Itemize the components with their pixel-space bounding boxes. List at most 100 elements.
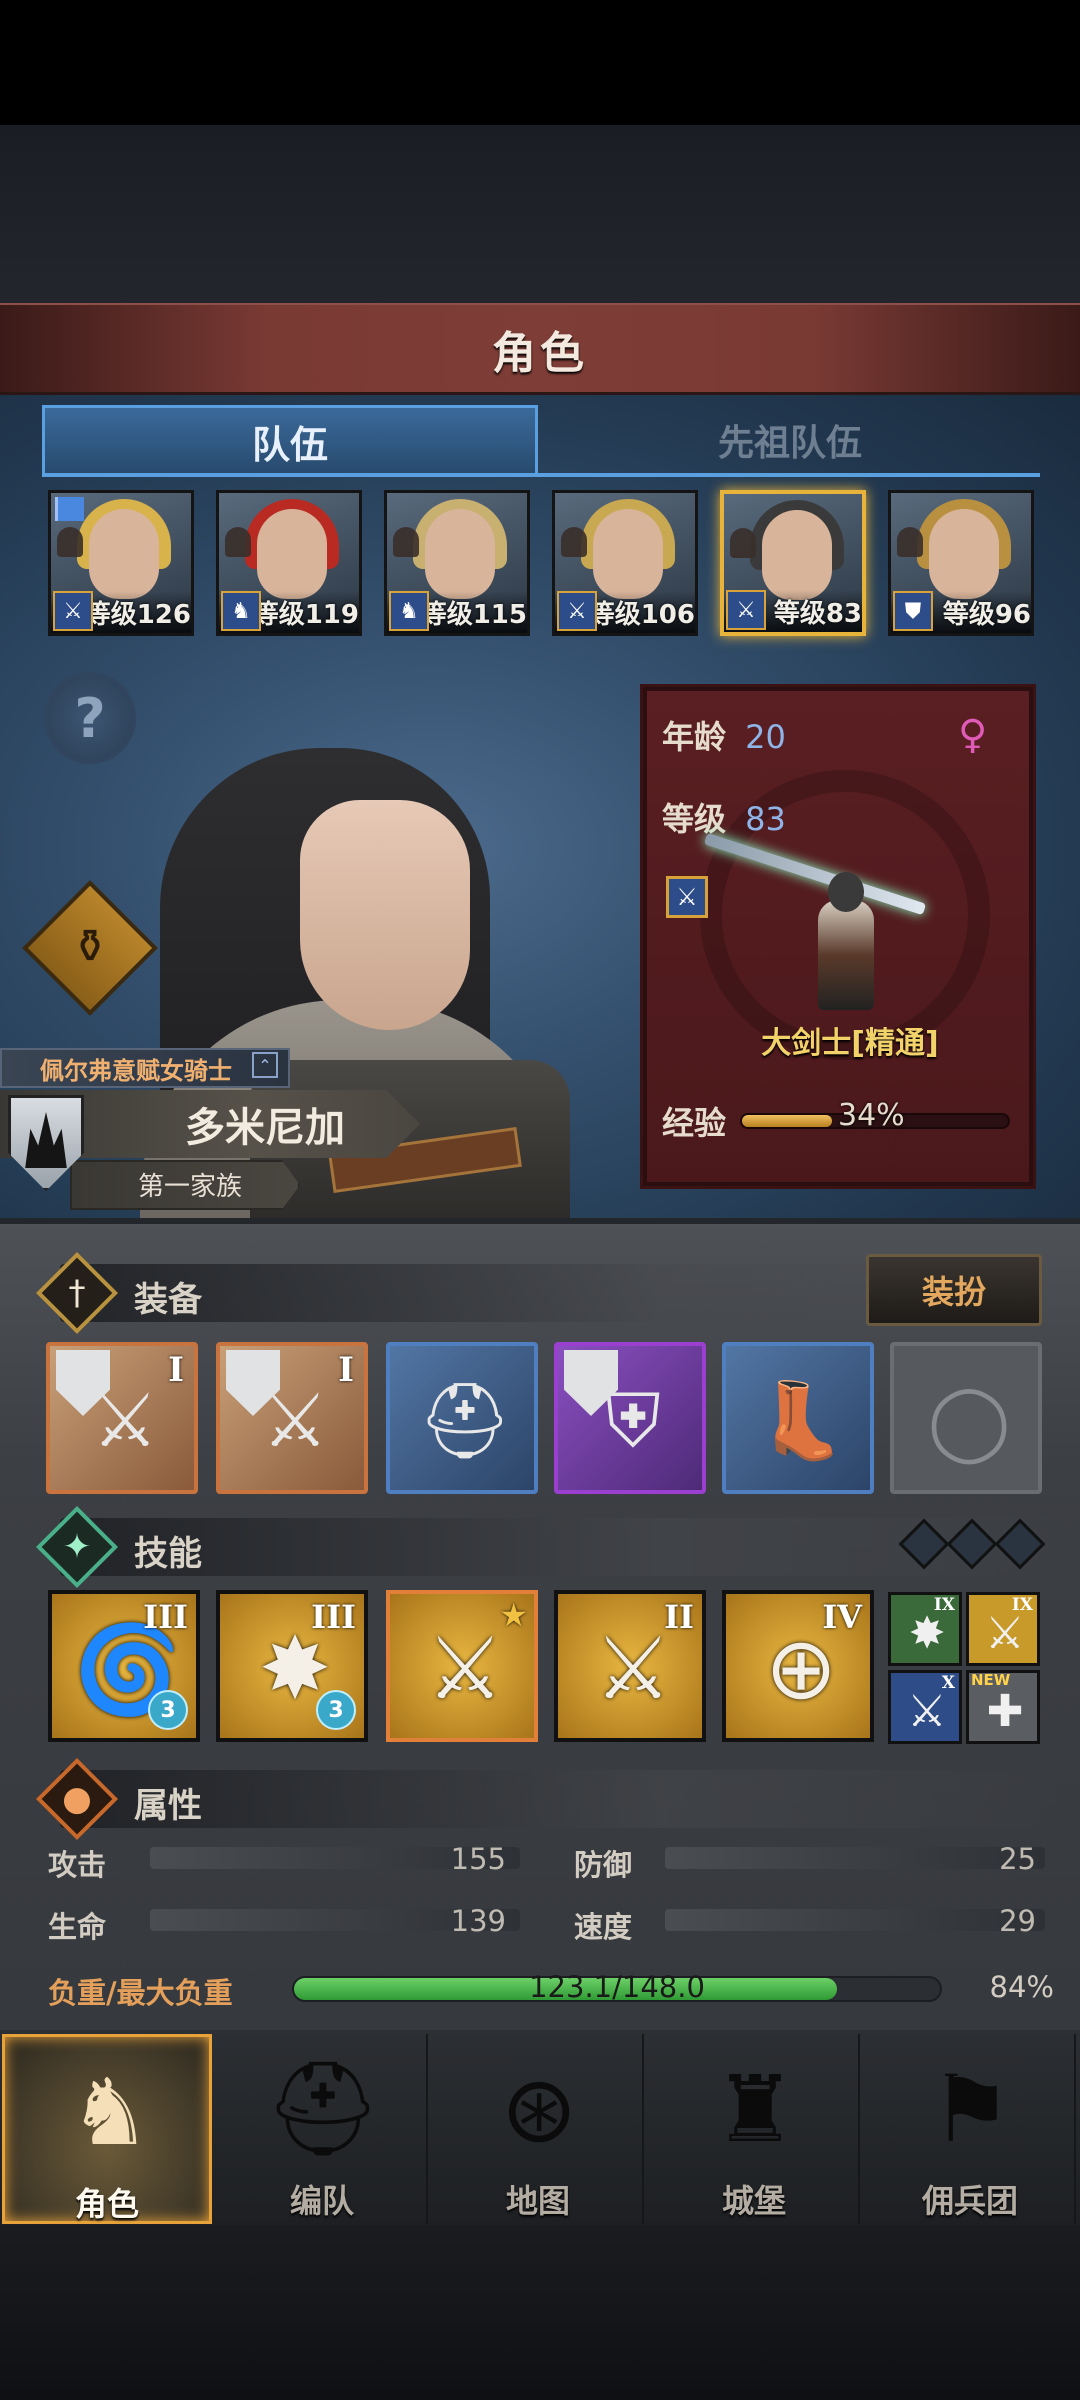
horse-icon: ♞: [221, 591, 261, 631]
ring-icon: ◯: [927, 1378, 1011, 1464]
attack-label: 攻击: [48, 1848, 107, 1882]
portrait-face: [425, 509, 495, 599]
level-row: 等级 83: [662, 794, 786, 840]
passive-skill-slot[interactable]: ⚔ IX: [966, 1592, 1040, 1666]
top-backdrop: [0, 125, 1080, 305]
nav-item[interactable]: ⛑ 编队: [218, 2034, 428, 2224]
nav-item[interactable]: ⚑ 佣兵团: [866, 2034, 1076, 2224]
speed-label: 速度: [574, 1910, 633, 1944]
page-title: 角色: [492, 327, 588, 379]
nav-item[interactable]: ♜ 城堡: [650, 2034, 860, 2224]
equipment-slot[interactable]: ⛨: [554, 1342, 706, 1494]
equipment-slot[interactable]: ⛑: [386, 1342, 538, 1494]
skill-slot[interactable]: ⊕ IV: [722, 1590, 874, 1742]
dress-up-button[interactable]: 装扮: [866, 1254, 1042, 1326]
companion-icon: [225, 527, 251, 557]
skill-slot[interactable]: 🌀 III 3: [48, 1590, 200, 1742]
equipment-slot[interactable]: ⚔ I: [46, 1342, 198, 1494]
portrait-face: [929, 509, 999, 599]
equipment-slot[interactable]: ⚔ I: [216, 1342, 368, 1494]
load-label: 负重/最大负重: [48, 1976, 233, 2010]
companion-icon: [897, 527, 923, 557]
sword-icon: ⚔: [557, 591, 597, 631]
tab-ancestor-team[interactable]: 先祖队伍: [540, 405, 1040, 475]
exp-label: 经验: [662, 1104, 727, 1142]
roster-portrait[interactable]: 等级119 ♞: [216, 490, 362, 636]
boots-icon: 👢: [754, 1377, 848, 1464]
status-bar-area: [0, 0, 1080, 125]
star-icon: ✦: [62, 1527, 92, 1567]
class-name: 大剑士[精通]: [761, 1026, 939, 1061]
passive-skill-slot[interactable]: ✚ NEW: [966, 1670, 1040, 1744]
skill-slot[interactable]: ⚔ II: [554, 1590, 706, 1742]
companion-icon: [393, 527, 419, 557]
nav-label: 城堡: [721, 2182, 786, 2220]
load-value: 123.1/148.0: [529, 1970, 705, 2004]
roster-portrait[interactable]: 等级115 ♞: [384, 490, 530, 636]
cross-icon: ✚: [986, 1685, 1024, 1737]
attributes-section-banner: [60, 1770, 1060, 1828]
age-label: 年龄: [662, 718, 727, 756]
banner-icon: ⚑: [929, 2055, 1013, 2163]
roster-portrait[interactable]: 等级96 ⛊: [888, 490, 1034, 636]
sword-icon: ⚔: [53, 591, 93, 631]
helmet-icon: ⛑: [264, 2055, 382, 2162]
tab-ancestor-label: 先祖队伍: [717, 423, 862, 464]
question-icon: ?: [74, 686, 106, 750]
title-expand-icon[interactable]: ⌃: [252, 1052, 278, 1078]
helmet-icon: ⛑: [418, 1377, 512, 1464]
knight-icon: ♞: [68, 2058, 152, 2166]
age-value: 20: [745, 718, 786, 756]
exp-row: 经验: [662, 1098, 726, 1144]
tab-underline: [42, 473, 1040, 477]
dagger-icon: †: [68, 1273, 86, 1313]
dress-up-label: 装扮: [921, 1273, 986, 1311]
skill-slot[interactable]: ⚔ ★: [386, 1590, 538, 1742]
nav-item[interactable]: ♞ 角色: [2, 2034, 212, 2224]
companion-icon: [730, 528, 756, 558]
nav-label: 角色: [74, 2185, 139, 2223]
tier-label: I: [338, 1350, 354, 1390]
roster-portrait[interactable]: 等级106 ⚔: [552, 490, 698, 636]
attributes-title: 属性: [134, 1786, 202, 1826]
defense-value: 25: [999, 1842, 1036, 1876]
tier-label: I: [168, 1350, 184, 1390]
nav-label: 编队: [289, 2182, 354, 2220]
hero-title: 佩尔弗意赋女骑士: [40, 1056, 232, 1085]
sword-class-icon: ⚔: [666, 876, 708, 918]
hero-title-tag: 佩尔弗意赋女骑士: [0, 1048, 290, 1088]
help-button[interactable]: ?: [44, 672, 136, 764]
equipment-slot[interactable]: ◯: [890, 1342, 1042, 1494]
roster-portrait[interactable]: 等级83 ⚔: [720, 490, 866, 636]
tier-label: IX: [1011, 1595, 1033, 1615]
tier-label: III: [311, 1598, 356, 1636]
family-name: 第一家族: [137, 1172, 242, 1202]
passive-skill-slot[interactable]: ⚔ X: [888, 1670, 962, 1744]
roster-portrait[interactable]: 等级126 ⚔: [48, 490, 194, 636]
tab-team-label: 队伍: [251, 423, 328, 467]
portrait-face: [89, 509, 159, 599]
load-percent: 84%: [989, 1970, 1054, 2004]
nav-item[interactable]: ⊛ 地图: [434, 2034, 644, 2224]
tier-label: X: [941, 1673, 955, 1693]
hp-value: 139: [450, 1904, 506, 1938]
speed-value: 29: [999, 1904, 1036, 1938]
equipment-slot[interactable]: 👢: [722, 1342, 874, 1494]
tier-label: III: [143, 1598, 188, 1636]
tab-team[interactable]: 队伍: [42, 405, 538, 475]
unit-figure-body: [818, 900, 874, 1010]
passive-skill-slot[interactable]: ✸ IX: [888, 1592, 962, 1666]
shield-icon: ⛊: [893, 591, 933, 631]
nav-label: 佣兵团: [921, 2182, 1018, 2220]
skills-title: 技能: [134, 1534, 202, 1574]
hero-portrait-face: [300, 800, 470, 1030]
skill-slot[interactable]: ✸ III 3: [216, 1590, 368, 1742]
level-value: 83: [745, 800, 786, 838]
exp-percent: 34%: [838, 1098, 905, 1133]
hero-name: 多米尼加: [185, 1105, 345, 1151]
horse-icon: ♞: [389, 591, 429, 631]
female-icon: ♀: [958, 712, 988, 758]
skill-charge-badge: 3: [148, 1690, 188, 1730]
attack-value: 155: [450, 1842, 506, 1876]
star-icon: ★: [499, 1596, 528, 1634]
